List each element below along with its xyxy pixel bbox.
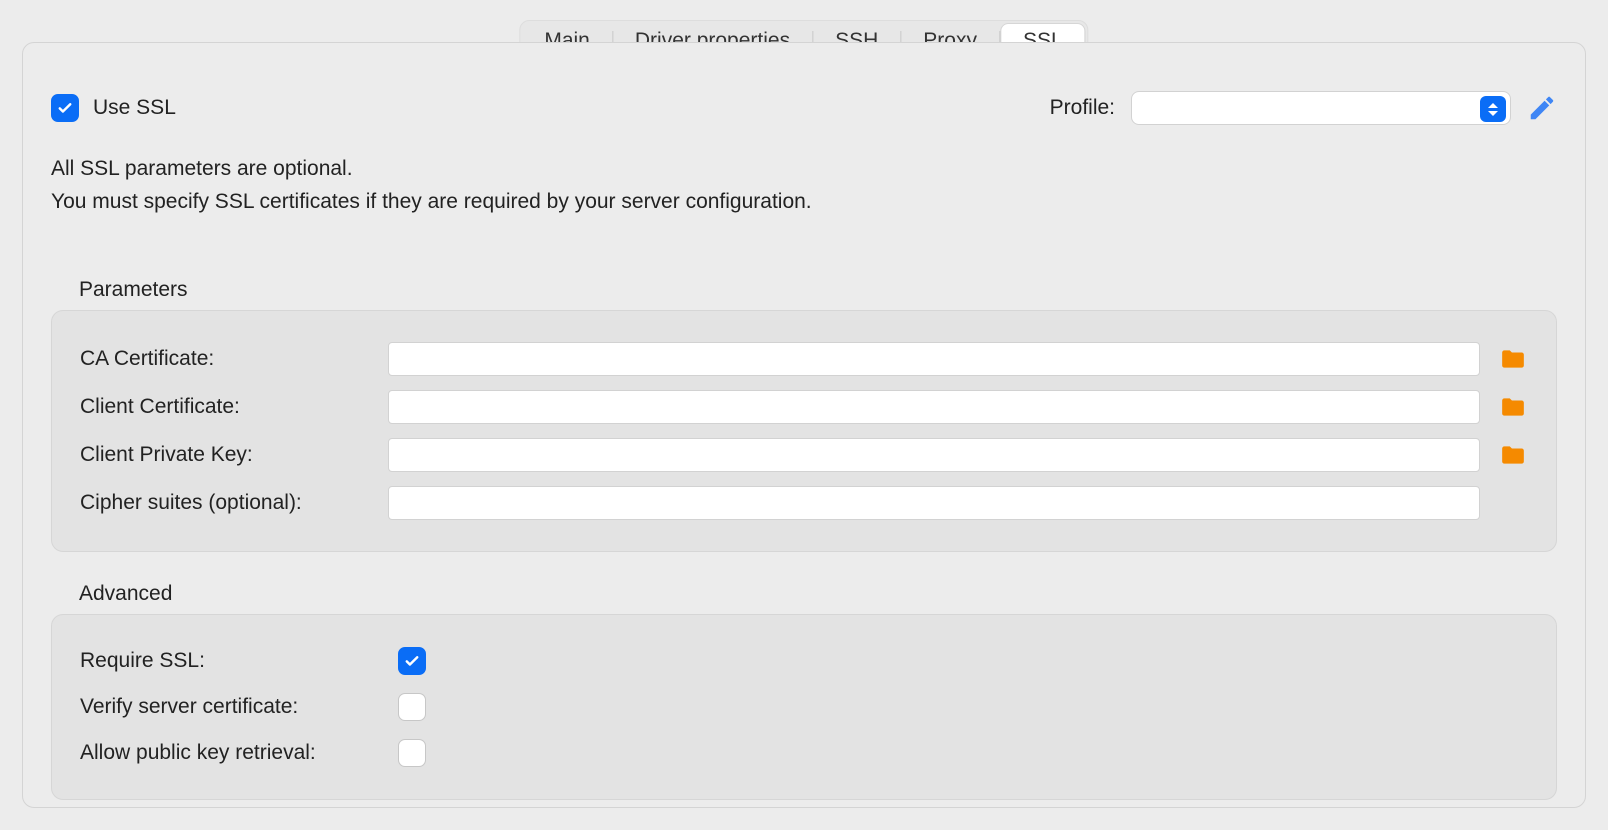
client-private-key-input[interactable]	[388, 438, 1480, 472]
use-ssl-checkbox[interactable]	[51, 94, 79, 122]
require-ssl-label: Require SSL:	[80, 649, 380, 673]
allow-public-key-label: Allow public key retrieval:	[80, 741, 380, 765]
ssl-info: All SSL parameters are optional. You mus…	[51, 153, 1557, 218]
ca-certificate-input[interactable]	[388, 342, 1480, 376]
edit-profile-icon[interactable]	[1527, 93, 1557, 123]
ssl-info-line1: All SSL parameters are optional.	[51, 153, 1557, 186]
cipher-suites-label: Cipher suites (optional):	[80, 491, 370, 515]
ca-certificate-label: CA Certificate:	[80, 347, 370, 371]
client-certificate-browse[interactable]	[1498, 396, 1528, 418]
parameters-group: CA Certificate: Client Certificate: Clie…	[51, 310, 1557, 552]
verify-server-cert-label: Verify server certificate:	[80, 695, 380, 719]
parameters-title: Parameters	[79, 278, 1557, 302]
client-private-key-browse[interactable]	[1498, 444, 1528, 466]
profile-select[interactable]	[1131, 91, 1511, 125]
advanced-group: Require SSL: Verify server certificate: …	[51, 614, 1557, 800]
allow-public-key-checkbox[interactable]	[398, 739, 426, 767]
verify-server-cert-checkbox[interactable]	[398, 693, 426, 721]
client-private-key-label: Client Private Key:	[80, 443, 370, 467]
profile-label: Profile:	[1050, 96, 1115, 120]
chevron-updown-icon	[1480, 96, 1506, 122]
ssl-info-line2: You must specify SSL certificates if the…	[51, 186, 1557, 219]
client-certificate-input[interactable]	[388, 390, 1480, 424]
ssl-panel: Use SSL Profile: All SSL parameters are …	[22, 42, 1586, 808]
require-ssl-checkbox[interactable]	[398, 647, 426, 675]
use-ssl-row: Use SSL	[51, 94, 176, 122]
advanced-title: Advanced	[79, 582, 1557, 606]
cipher-suites-input[interactable]	[388, 486, 1480, 520]
use-ssl-label: Use SSL	[93, 96, 176, 120]
ca-certificate-browse[interactable]	[1498, 348, 1528, 370]
client-certificate-label: Client Certificate:	[80, 395, 370, 419]
